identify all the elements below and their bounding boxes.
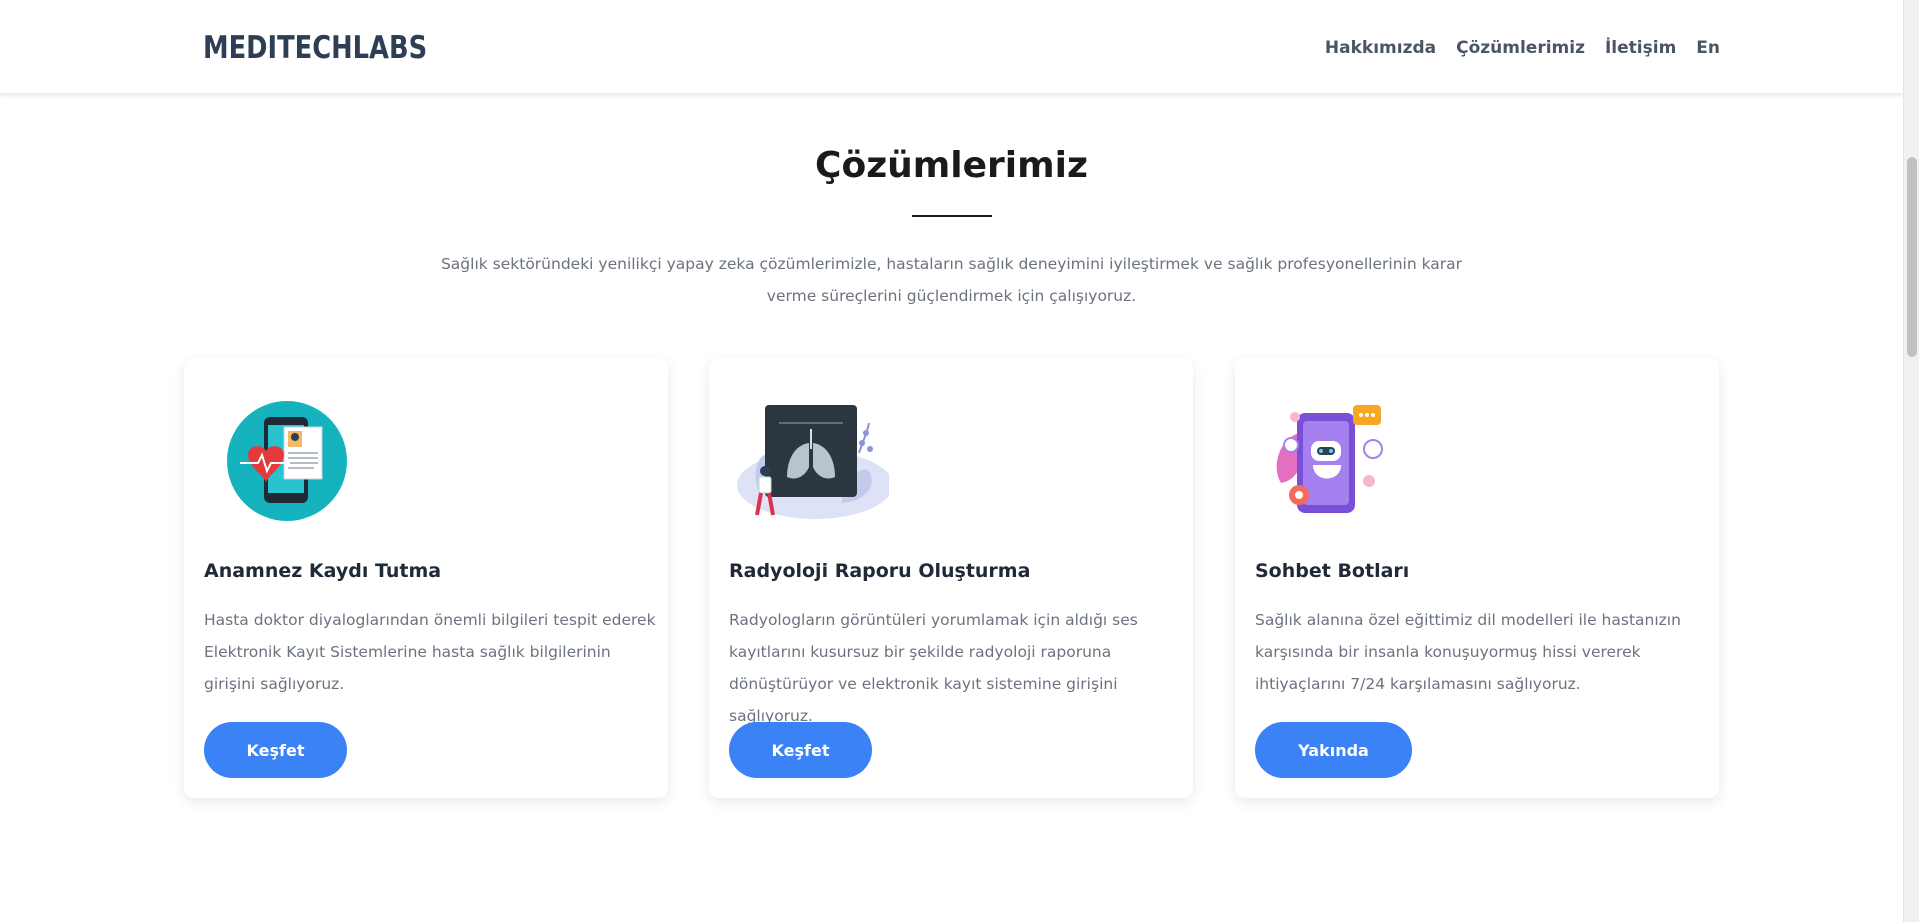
solution-card-anamnesis: Anamnez Kaydı Tutma Hasta doktor diyalog… — [184, 358, 668, 798]
card-title: Sohbet Botları — [1255, 560, 1410, 582]
main-nav: Hakkımızda Çözümlerimiz İletişim En — [1325, 38, 1720, 58]
section-intro: Sağlık sektöründeki yenilikçi yapay zeka… — [440, 255, 1463, 305]
explore-button[interactable]: Keşfet — [729, 722, 872, 778]
brand-logo[interactable]: MEDITECHLABS — [203, 30, 427, 66]
card-title: Radyoloji Raporu Oluşturma — [729, 560, 1031, 582]
nav-item-contact[interactable]: İletişim — [1605, 38, 1676, 58]
card-description: Hasta doktor diyaloglarından önemli bilg… — [204, 611, 656, 693]
site-header: MEDITECHLABS Hakkımızda Çözümlerimiz İle… — [0, 0, 1903, 94]
card-description: Radyologların görüntüleri yorumlamak içi… — [729, 611, 1138, 725]
nav-item-about[interactable]: Hakkımızda — [1325, 38, 1436, 58]
vertical-scrollbar[interactable] — [1903, 0, 1919, 922]
section-title: Çözümlerimiz — [815, 145, 1088, 186]
solution-card-chatbot: Sohbet Botları Sağlık alanına özel eğitt… — [1235, 358, 1719, 798]
title-divider — [912, 215, 992, 217]
lung-xray-icon — [737, 405, 889, 519]
nav-item-solutions[interactable]: Çözümlerimiz — [1456, 38, 1585, 58]
nav-item-language[interactable]: En — [1696, 38, 1720, 58]
solution-card-radiology: Radyoloji Raporu Oluşturma Radyologların… — [709, 358, 1193, 798]
explore-button[interactable]: Keşfet — [204, 722, 347, 778]
page: MEDITECHLABS Hakkımızda Çözümlerimiz İle… — [0, 0, 1903, 922]
medical-record-phone-icon — [227, 401, 347, 521]
chatbot-robot-icon — [1276, 405, 1383, 513]
card-description: Sağlık alanına özel eğittimiz dil modell… — [1255, 611, 1681, 693]
scrollbar-thumb[interactable] — [1907, 157, 1917, 357]
card-title: Anamnez Kaydı Tutma — [204, 560, 442, 582]
coming-soon-button[interactable]: Yakında — [1255, 722, 1412, 778]
